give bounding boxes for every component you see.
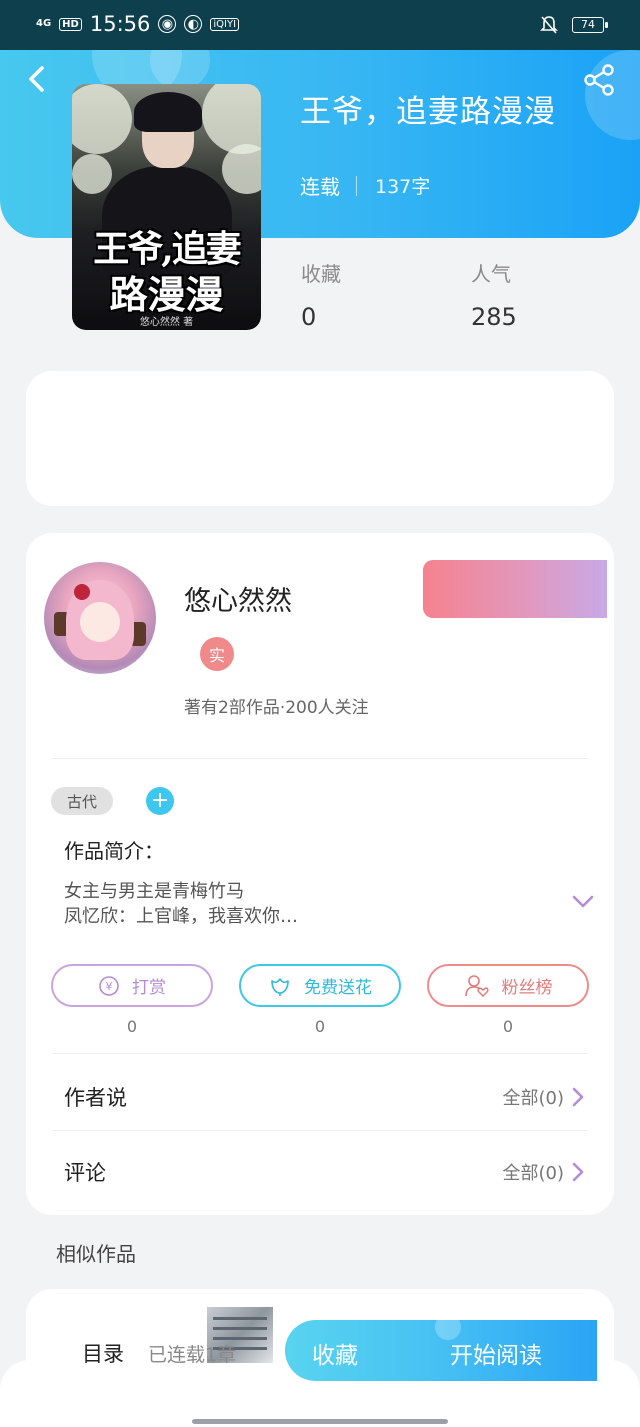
author-avatar[interactable] <box>44 562 156 674</box>
reward-button[interactable]: ¥ 打赏 <box>51 964 213 1007</box>
status-bar: 4G HD 15:56 ◉ ◐ iQIYI 74 <box>0 0 640 50</box>
divider <box>52 1130 588 1131</box>
row-more-label: 全部(0) <box>502 1088 565 1109</box>
app-icon: ◐ <box>184 15 203 33</box>
empty-card <box>26 371 614 506</box>
similar-works-label: 相似作品 <box>56 1242 136 1266</box>
cover-title-line2: 路漫漫 <box>109 272 224 317</box>
book-cover[interactable]: 王爷,追妻 路漫漫 悠心然然 著 <box>72 84 261 330</box>
follow-button[interactable] <box>423 560 607 618</box>
row-title: 作者说 <box>64 1086 127 1110</box>
book-word-count: 137字 <box>375 176 431 198</box>
flower-icon <box>271 977 289 996</box>
share-button[interactable] <box>582 64 616 96</box>
intro-line: 女主与男主是青梅竹马 <box>64 881 244 902</box>
author-info-card: 悠心然然 实 著有2部作品·200人关注 古代 + 作品简介： 女主与男主是青梅… <box>26 533 614 1215</box>
back-button[interactable] <box>22 62 52 96</box>
row-more[interactable]: 全部(0) <box>503 1159 585 1185</box>
intro-line: 凤忆欣：上官峰，我喜欢你… <box>64 906 298 927</box>
fans-icon <box>464 974 489 997</box>
stat-popularity: 人气 285 <box>471 258 517 331</box>
add-tag-button[interactable]: + <box>146 787 174 815</box>
chevron-right-icon <box>572 1162 584 1182</box>
cover-author: 悠心然然 著 <box>139 317 194 328</box>
battery-icon: 74 <box>572 17 608 33</box>
flower-count: 0 <box>314 1017 326 1036</box>
row-more[interactable]: 全部(0) <box>503 1084 585 1110</box>
stat-label: 收藏 <box>301 262 341 286</box>
author-says-row[interactable]: 作者说 全部(0) <box>64 1077 584 1117</box>
chapter-count: 已连载1章 <box>148 1344 237 1366</box>
row-title: 评论 <box>64 1161 106 1185</box>
hd-icon: HD <box>59 17 82 31</box>
home-indicator[interactable] <box>192 1419 448 1424</box>
meta-divider <box>356 175 357 196</box>
toc-button[interactable]: 目录 <box>82 1338 124 1368</box>
fans-ranking-button[interactable]: 粉丝榜 <box>427 964 589 1007</box>
reward-label: 打赏 <box>132 978 166 998</box>
stat-collect: 收藏 0 <box>301 258 341 331</box>
signal-icon: 4G <box>36 18 52 29</box>
send-flower-button[interactable]: 免费送花 <box>239 964 401 1007</box>
cta-group: 收藏 开始阅读 <box>285 1320 597 1381</box>
stat-label: 人气 <box>471 262 511 286</box>
book-title: 王爷，追妻路漫漫 <box>300 94 556 130</box>
author-name[interactable]: 悠心然然 <box>184 579 292 618</box>
coin-icon: ¥ <box>99 975 119 996</box>
fans-ranking-label: 粉丝榜 <box>501 978 553 998</box>
intro-label: 作品简介： <box>64 839 164 863</box>
iqiyi-icon: iQIYI <box>210 17 240 31</box>
svg-text:¥: ¥ <box>106 980 113 993</box>
reward-count: 0 <box>126 1017 138 1036</box>
stat-value: 285 <box>471 303 517 331</box>
genre-tag[interactable]: 古代 <box>51 787 113 815</box>
author-stats: 著有2部作品·200人关注 <box>184 698 369 718</box>
fans-count: 0 <box>502 1017 514 1036</box>
mute-notification-icon <box>540 16 558 34</box>
send-flower-label: 免费送花 <box>304 978 372 998</box>
intro-text: 女主与男主是青梅竹马 凤忆欣：上官峰，我喜欢你… <box>64 879 298 929</box>
row-more-label: 全部(0) <box>502 1163 565 1184</box>
weibo-icon: ◉ <box>158 15 177 33</box>
status-time: 15:56 <box>89 12 151 36</box>
book-meta: 连载 137字 <box>300 171 430 200</box>
stat-value: 0 <box>301 303 317 331</box>
divider <box>52 758 588 759</box>
book-status: 连载 <box>300 175 340 199</box>
verified-badge: 实 <box>200 637 234 671</box>
expand-chevron-icon[interactable] <box>571 893 595 911</box>
start-reading-button[interactable]: 开始阅读 <box>450 1336 542 1370</box>
divider <box>52 1053 588 1054</box>
collect-button[interactable]: 收藏 <box>312 1336 358 1370</box>
chevron-right-icon <box>572 1087 584 1107</box>
comments-row[interactable]: 评论 全部(0) <box>64 1152 584 1192</box>
